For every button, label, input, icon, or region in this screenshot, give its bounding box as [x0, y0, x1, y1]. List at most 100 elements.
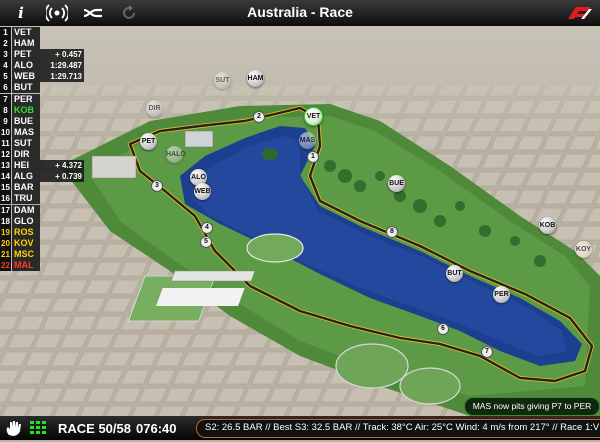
position-number: 9 — [0, 115, 11, 127]
car-marker-dir[interactable]: DIR — [146, 100, 163, 117]
page-title: Australia - Race — [247, 4, 353, 20]
green-grid-icon[interactable] — [30, 421, 46, 435]
standings-row[interactable]: 1 VET — [0, 27, 90, 38]
standings-row[interactable]: 18 GLO — [0, 215, 90, 227]
driver-code: DAM — [12, 204, 40, 216]
standings-row[interactable]: 2 HAM — [0, 38, 90, 50]
car-marker-sut[interactable]: SUT — [214, 72, 231, 89]
track-map[interactable] — [0, 26, 600, 416]
car-marker-halo[interactable]: HALO — [166, 146, 186, 163]
position-number: 11 — [0, 137, 11, 149]
car-marker-web[interactable]: WEB — [194, 183, 211, 200]
turn-marker: 3 — [151, 180, 163, 192]
standings-row[interactable]: 16 TRU — [0, 193, 90, 205]
standings-row[interactable]: 4 ALO 1:29.487 — [0, 60, 90, 72]
standings-row[interactable]: 19 ROS — [0, 226, 90, 238]
driver-code: BUT — [12, 82, 40, 94]
standings-row[interactable]: 20 KOV — [0, 237, 90, 249]
driver-code: SUT — [12, 137, 40, 149]
f1-logo-icon — [566, 5, 592, 21]
driver-code: MAL — [12, 259, 40, 271]
car-marker-kob[interactable]: KOB — [539, 217, 556, 234]
position-number: 15 — [0, 182, 11, 194]
standings-row[interactable]: 13 HEI + 4.372 — [0, 160, 90, 172]
position-number: 7 — [0, 93, 11, 105]
position-number: 1 — [0, 27, 11, 38]
top-toolbar: i Australia - Race — [0, 0, 600, 27]
driver-code: PET — [12, 49, 40, 61]
position-number: 6 — [0, 82, 11, 94]
driver-code: BUE — [12, 115, 40, 127]
car-marker-pet[interactable]: PET — [140, 133, 157, 150]
position-number: 13 — [0, 160, 11, 172]
position-number: 21 — [0, 248, 11, 260]
standings-row[interactable]: 9 BUE — [0, 115, 90, 127]
driver-code: VET — [12, 27, 40, 38]
driver-code: ALG — [12, 171, 40, 183]
bottom-status-bar: RACE 50/58 076:40 S2: 26.5 BAR // Best S… — [0, 416, 600, 440]
driver-code: DIR — [12, 149, 40, 161]
driver-code: ROS — [12, 226, 40, 238]
ticker-text: S2: 26.5 BAR // Best S3: 32.5 BAR // Tra… — [205, 422, 600, 433]
info-ticker: S2: 26.5 BAR // Best S3: 32.5 BAR // Tra… — [196, 419, 600, 438]
position-number: 5 — [0, 71, 11, 83]
standings-row[interactable]: 6 BUT — [0, 82, 90, 94]
driver-code: KOB — [12, 104, 40, 116]
race-lap-counter: RACE 50/58 — [58, 421, 131, 436]
standings-row[interactable]: 5 WEB 1:29.713 — [0, 71, 90, 83]
driver-code: MSC — [12, 248, 40, 260]
turn-marker: 4 — [201, 222, 213, 234]
car-marker-per[interactable]: PER — [493, 286, 510, 303]
turn-marker: 5 — [200, 236, 212, 248]
car-marker-vet[interactable]: VET — [304, 107, 323, 126]
race-clock: 076:40 — [136, 421, 177, 436]
driver-code: TRU — [12, 193, 40, 205]
position-number: 12 — [0, 149, 11, 161]
position-number: 16 — [0, 193, 11, 205]
turn-marker: 2 — [253, 111, 265, 123]
standings-row[interactable]: 11 SUT — [0, 137, 90, 149]
pit-notification[interactable]: MAS now pits giving P7 to PER — [464, 397, 600, 416]
turn-marker: 6 — [437, 323, 449, 335]
driver-code: GLO — [12, 215, 40, 227]
standings-row[interactable]: 3 PET + 0.457 — [0, 49, 90, 61]
driver-code: PER — [12, 93, 40, 105]
standings-row[interactable]: 14 ALG + 0.739 — [0, 171, 90, 183]
driver-code: MAS — [12, 126, 40, 138]
gap-time: + 4.372 — [40, 160, 84, 172]
standings-row[interactable]: 21 MSC — [0, 248, 90, 260]
standings-row[interactable]: 7 PER — [0, 93, 90, 105]
standings-row[interactable]: 8 KOB — [0, 104, 90, 116]
position-number: 3 — [0, 49, 11, 61]
position-number: 2 — [0, 38, 11, 50]
driver-code: HAM — [12, 38, 40, 50]
standings-row[interactable]: 17 DAM — [0, 204, 90, 216]
standings-row[interactable]: 12 DIR — [0, 149, 90, 161]
hand-wave-icon[interactable] — [4, 419, 24, 437]
turn-marker: 7 — [481, 346, 493, 358]
turn-marker: 1 — [307, 151, 319, 163]
position-number: 22 — [0, 259, 11, 271]
car-marker-bue[interactable]: BUE — [388, 175, 405, 192]
position-number: 18 — [0, 215, 11, 227]
driver-code: HEI — [12, 160, 40, 172]
standings-row[interactable]: 22 MAL — [0, 259, 90, 271]
driver-code: WEB — [12, 71, 40, 83]
position-number: 8 — [0, 104, 11, 116]
driver-code: KOV — [12, 237, 40, 249]
car-marker-ham[interactable]: HAM — [247, 70, 264, 87]
car-marker-koy[interactable]: KOY — [575, 241, 592, 258]
turn-marker: 8 — [386, 226, 398, 238]
driver-code: ALO — [12, 60, 40, 72]
position-number: 17 — [0, 204, 11, 216]
car-marker-but[interactable]: BUT — [446, 265, 463, 282]
driver-code: BAR — [12, 182, 40, 194]
position-number: 4 — [0, 60, 11, 72]
car-marker-mas[interactable]: MAS — [299, 132, 316, 149]
position-number: 20 — [0, 237, 11, 249]
position-number: 14 — [0, 171, 11, 183]
position-number: 10 — [0, 126, 11, 138]
standings-row[interactable]: 15 BAR — [0, 182, 90, 194]
standings-row[interactable]: 10 MAS — [0, 126, 90, 138]
gap-time: 1:29.713 — [40, 71, 84, 83]
